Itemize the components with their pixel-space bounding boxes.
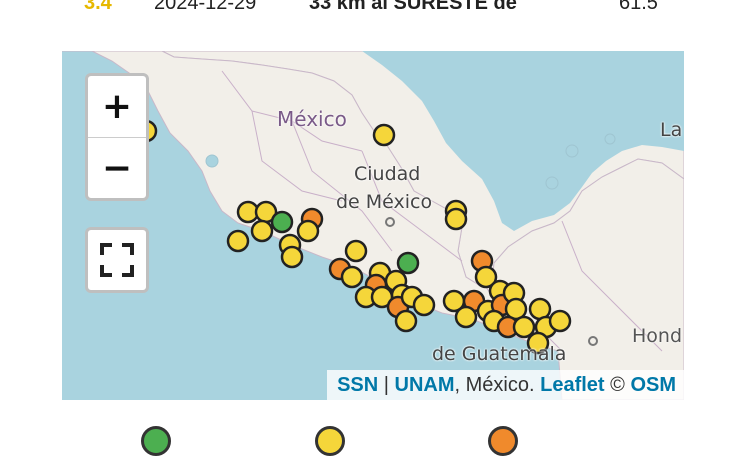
label-country: México <box>277 107 347 131</box>
quake-marker <box>372 123 396 147</box>
quake-marker <box>444 207 468 231</box>
quake-marker <box>280 245 304 269</box>
quake-marker <box>226 229 250 253</box>
quake-marker <box>548 309 572 333</box>
attribution-ssn-link[interactable]: SSN <box>337 374 378 396</box>
attribution-country: , México. <box>454 374 535 396</box>
legend-orange-dot <box>488 426 518 456</box>
magnitude-cell: 3.4 <box>84 0 112 14</box>
quake-marker <box>296 219 320 243</box>
quake-marker <box>270 210 294 234</box>
legend-yellow-dot <box>315 426 345 456</box>
zoom-out-button[interactable]: − <box>88 138 146 198</box>
attribution-unam-link[interactable]: UNAM <box>395 374 455 396</box>
legend-green-dot <box>141 426 171 456</box>
date-cell: 2024-12-29 <box>154 0 257 14</box>
depth-cell: 61.5 <box>619 0 658 14</box>
quake-marker <box>454 305 478 329</box>
quake-marker <box>344 239 368 263</box>
label-guatemala: de Guatemala <box>432 343 567 365</box>
label-capital-line1: Ciudad <box>354 163 421 185</box>
quake-marker <box>250 219 274 243</box>
attribution-copy: © <box>604 374 631 396</box>
quake-marker <box>340 265 364 289</box>
map-attribution: SSN | UNAM, México. Leaflet © OSM <box>327 370 684 400</box>
fullscreen-button[interactable] <box>85 227 149 293</box>
label-capital-line2: de México <box>336 191 433 213</box>
attribution-sep: | <box>378 374 395 396</box>
zoom-control: + − <box>85 73 149 201</box>
label-la: La <box>660 119 683 141</box>
map-basemap <box>62 51 684 400</box>
quake-marker <box>396 251 420 275</box>
table-row: 3.4 2024-12-29 33 km al SURESTE de 61.5 <box>0 0 747 16</box>
attribution-leaflet-link[interactable]: Leaflet <box>540 374 604 396</box>
label-honduras: Hond <box>632 325 683 347</box>
location-cell[interactable]: 33 km al SURESTE de <box>309 0 517 15</box>
quake-marker <box>512 315 536 339</box>
quake-marker <box>412 293 436 317</box>
zoom-in-button[interactable]: + <box>88 76 146 138</box>
attribution-osm-link[interactable]: OSM <box>630 374 676 396</box>
fullscreen-icon <box>100 243 134 277</box>
earthquake-map[interactable]: México Ciudad de México de Guatemala La … <box>62 51 684 400</box>
quake-marker <box>394 309 418 333</box>
